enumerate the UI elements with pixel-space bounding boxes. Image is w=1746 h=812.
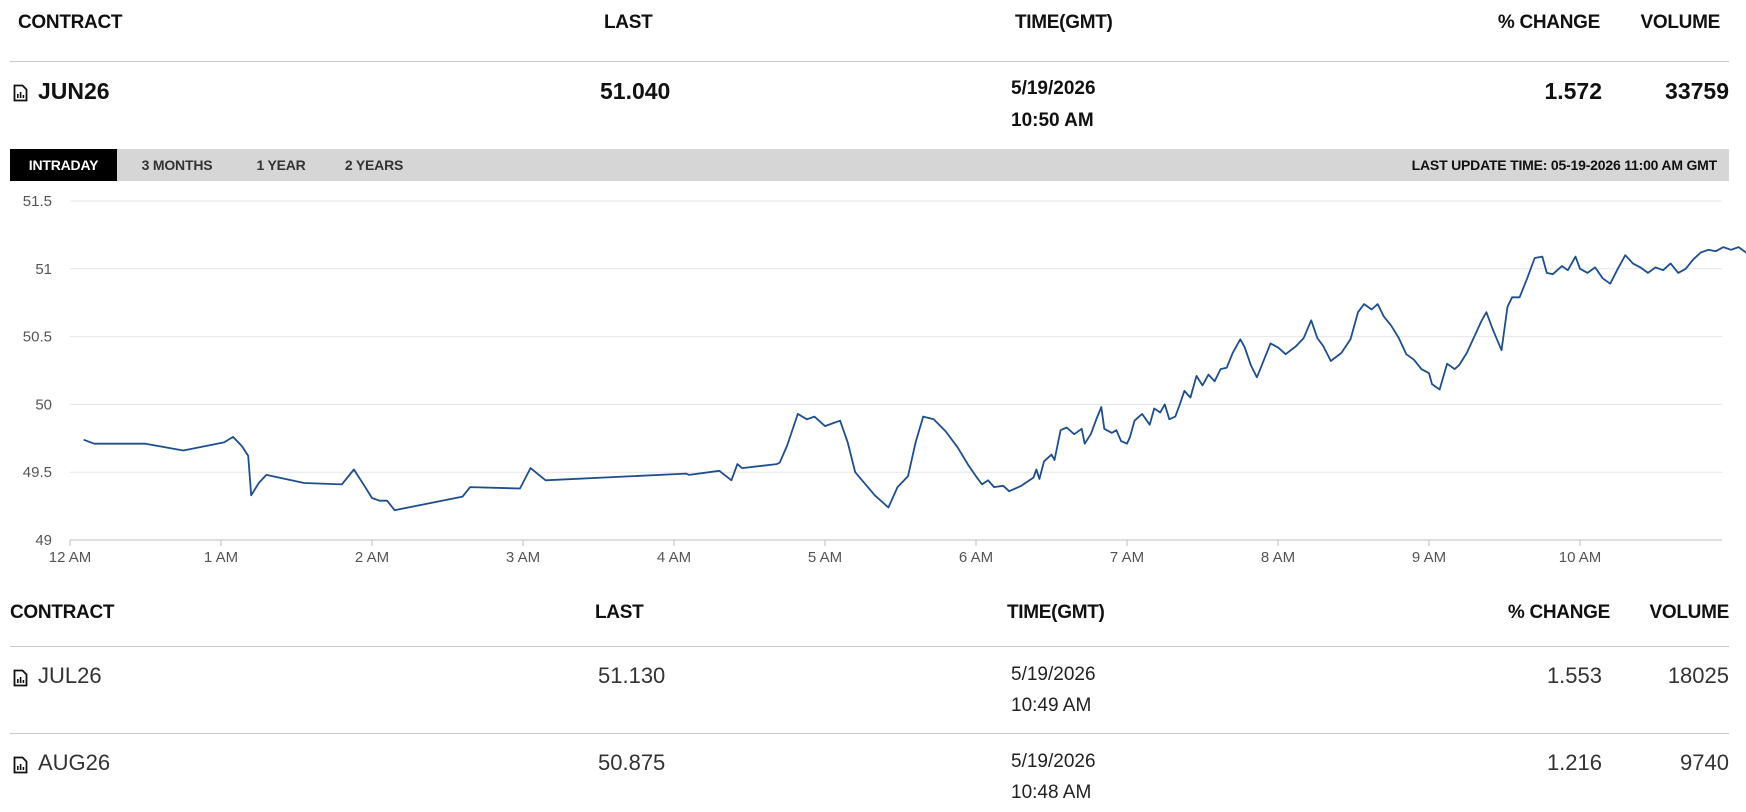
featured-last: 51.040: [600, 78, 671, 104]
range-tab-bar: INTRADAY 3 MONTHS 1 YEAR 2 YEARS LAST UP…: [10, 149, 1729, 181]
chart-doc-icon[interactable]: [13, 84, 28, 102]
x-tick-label: 7 AM: [1110, 549, 1144, 566]
tab-intraday[interactable]: INTRADAY: [10, 149, 117, 181]
x-tick-label: 6 AM: [959, 549, 993, 566]
table-header-time: TIME(GMT): [1007, 602, 1105, 623]
row-contract[interactable]: JUL26: [38, 663, 102, 689]
featured-time: 10:50 AM: [1011, 110, 1094, 131]
y-tick-label: 49: [35, 532, 52, 549]
x-tick-label: 3 AM: [506, 549, 540, 566]
x-tick-label: 8 AM: [1261, 549, 1295, 566]
row-time: 10:49 AM: [1011, 695, 1092, 716]
y-tick-label: 50.5: [23, 329, 52, 346]
table-header-last: LAST: [595, 602, 644, 623]
x-tick-label: 4 AM: [657, 549, 691, 566]
table-header-change: % CHANGE: [1507, 602, 1610, 623]
row-date: 5/19/2026: [1011, 664, 1096, 685]
tab-2-years[interactable]: 2 YEARS: [334, 149, 414, 181]
last-update-time: LAST UPDATE TIME: 05-19-2026 11:00 AM GM…: [1411, 157, 1718, 173]
header-time: TIME(GMT): [1015, 12, 1113, 33]
y-tick-label: 51.5: [23, 193, 52, 210]
intraday-price-chart: 51.5 51 50.5 50 49.5 49 12 AM 1 AM 2 AM 3 AM 4 AM…: [23, 193, 1746, 566]
chart-doc-icon[interactable]: [13, 669, 28, 687]
y-tick-label: 50: [35, 396, 52, 413]
y-tick-label: 51: [35, 261, 52, 278]
row-date: 5/19/2026: [1011, 751, 1096, 772]
x-tick-label: 2 AM: [355, 549, 389, 566]
row-change: 1.216: [1546, 750, 1602, 775]
row-time: 10:48 AM: [1011, 782, 1092, 803]
x-axis-ticks: 12 AM 1 AM 2 AM 3 AM 4 AM 5 AM 6 AM 7 AM 8 AM 9 A…: [49, 540, 1602, 566]
header-change: % CHANGE: [1497, 12, 1600, 33]
featured-date: 5/19/2026: [1011, 78, 1096, 99]
table-header-divider: [10, 646, 1729, 647]
featured-change: 1.572: [1544, 78, 1602, 104]
x-tick-label: 10 AM: [1559, 549, 1602, 566]
featured-volume: 33759: [1665, 78, 1729, 104]
header-contract: CONTRACT: [18, 12, 123, 33]
tab-1-year[interactable]: 1 YEAR: [246, 149, 316, 181]
y-tick-label: 49.5: [23, 464, 52, 481]
x-tick-label: 5 AM: [808, 549, 842, 566]
row-last: 50.875: [598, 750, 666, 775]
header-divider: [10, 61, 1729, 62]
table-header-volume: VOLUME: [1649, 602, 1730, 623]
row-contract[interactable]: AUG26: [38, 750, 110, 776]
chart-doc-icon[interactable]: [13, 756, 28, 774]
row-change: 1.553: [1546, 663, 1602, 688]
featured-contract[interactable]: JUN26: [38, 78, 110, 105]
x-tick-label: 12 AM: [49, 549, 92, 566]
x-tick-label: 9 AM: [1412, 549, 1446, 566]
row-volume: 18025: [1667, 663, 1729, 688]
header-volume: VOLUME: [1640, 12, 1721, 33]
y-axis-ticks: 51.5 51 50.5 50 49.5 49: [23, 193, 52, 549]
row-volume: 9740: [1680, 750, 1729, 775]
tab-3-months[interactable]: 3 MONTHS: [127, 149, 227, 181]
price-series-line: [83, 246, 1746, 512]
x-tick-label: 1 AM: [204, 549, 238, 566]
row-divider: [10, 733, 1729, 734]
table-header-contract: CONTRACT: [10, 602, 115, 623]
row-last: 51.130: [598, 663, 666, 688]
header-last: LAST: [604, 12, 653, 33]
